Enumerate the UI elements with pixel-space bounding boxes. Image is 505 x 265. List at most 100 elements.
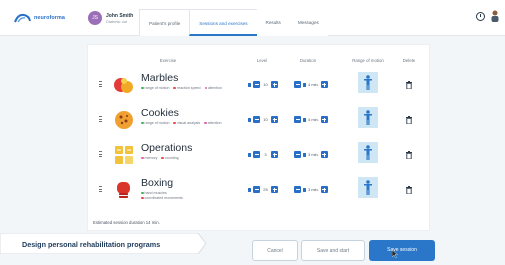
level-icon <box>248 187 251 192</box>
column-header-duration: Duration <box>299 58 317 63</box>
user-name: John Smith <box>106 12 134 19</box>
duration-stepper: 4 min. <box>294 80 328 89</box>
exercise-tags: hand muscles coordinated movements <box>141 191 231 201</box>
level-stepper: 10 <box>248 80 278 89</box>
duration-value: 4 min. <box>308 82 319 87</box>
level-value: 10 <box>263 82 268 87</box>
drag-handle-icon[interactable] <box>99 116 102 122</box>
main-tabs: Patient's profile Sessions and exercises… <box>139 9 328 36</box>
level-stepper: 3 <box>248 150 278 159</box>
exercise-row: Marbles range of motion reaction speed a… <box>88 69 431 101</box>
exercise-name: Boxing <box>141 177 174 189</box>
level-increase-button[interactable] <box>271 186 278 193</box>
level-value: 25 <box>263 187 268 192</box>
duration-value: 3 min. <box>308 152 319 157</box>
trash-icon[interactable] <box>406 81 412 89</box>
trash-icon[interactable] <box>406 151 412 159</box>
drag-handle-icon[interactable] <box>99 151 102 157</box>
body-figure-icon <box>364 145 372 160</box>
body-figure-icon <box>364 75 372 90</box>
level-stepper: 10 <box>248 115 278 124</box>
duration-increase-button[interactable] <box>320 186 328 193</box>
mouse-pointer-icon <box>392 250 398 258</box>
therapist-profile-icon[interactable] <box>490 10 500 23</box>
range-of-motion-button[interactable] <box>358 107 378 128</box>
clock-icon <box>303 82 306 87</box>
column-header-level: Level <box>256 58 268 63</box>
exercise-tags: range of motion visual analysis attentio… <box>141 121 231 126</box>
duration-value: 3 min. <box>308 187 319 192</box>
logo-text: neuroforma <box>34 15 65 21</box>
operations-icon <box>115 146 133 164</box>
exercise-name: Cookies <box>141 107 179 119</box>
duration-increase-button[interactable] <box>320 151 328 158</box>
level-value: 3 <box>264 152 267 157</box>
cookie-icon <box>115 111 133 129</box>
range-of-motion-button[interactable] <box>358 177 378 198</box>
level-decrease-button[interactable] <box>253 151 260 158</box>
cancel-button[interactable]: Cancel <box>252 240 298 261</box>
duration-decrease-button[interactable] <box>294 186 301 193</box>
duration-increase-button[interactable] <box>320 81 328 88</box>
range-of-motion-button[interactable] <box>358 142 378 163</box>
user-chip[interactable]: JS John Smith Diabetic out <box>88 11 133 25</box>
clock-icon <box>303 117 306 122</box>
caption-banner-text: Design personal rehabilitation programs <box>22 240 161 249</box>
logo-mark-icon <box>14 13 31 23</box>
help-icon[interactable] <box>476 12 485 21</box>
level-stepper: 25 <box>248 185 278 194</box>
avatar: JS <box>88 11 102 25</box>
exercise-row: Boxing hand muscles coordinated movement… <box>88 174 431 206</box>
duration-value: 4 min. <box>308 117 319 122</box>
level-value: 10 <box>263 117 268 122</box>
level-icon <box>248 82 251 87</box>
level-increase-button[interactable] <box>271 116 278 123</box>
body-figure-icon <box>364 110 372 125</box>
tab-messages[interactable]: Messages <box>288 9 328 36</box>
column-header-exercise: Exercise <box>159 58 177 63</box>
drag-handle-icon[interactable] <box>99 81 102 87</box>
duration-decrease-button[interactable] <box>294 151 301 158</box>
tab-sessions-and-exercises[interactable]: Sessions and exercises <box>189 9 258 36</box>
exercise-tags: range of motion reaction speed attention <box>141 86 231 91</box>
exercise-row: Operations memory counting 3 3 min. <box>88 139 431 171</box>
duration-stepper: 3 min. <box>294 150 328 159</box>
duration-decrease-button[interactable] <box>294 81 301 88</box>
trash-icon[interactable] <box>406 116 412 124</box>
trash-icon[interactable] <box>406 186 412 194</box>
marbles-icon <box>114 78 133 93</box>
level-decrease-button[interactable] <box>253 116 260 123</box>
drag-handle-icon[interactable] <box>99 186 102 192</box>
body-figure-icon <box>364 180 372 195</box>
save-session-button[interactable]: Save session <box>369 240 435 261</box>
column-header-delete: Delete <box>402 58 416 63</box>
level-increase-button[interactable] <box>271 81 278 88</box>
boxing-glove-icon <box>117 182 130 198</box>
logo[interactable]: neuroforma <box>14 13 65 23</box>
exercise-name: Marbles <box>141 72 179 84</box>
exercise-tags: memory counting <box>141 156 231 161</box>
tab-patients-profile[interactable]: Patient's profile <box>139 9 191 36</box>
save-and-start-button[interactable]: Save and start <box>301 240 365 261</box>
duration-decrease-button[interactable] <box>294 116 301 123</box>
level-increase-button[interactable] <box>271 151 278 158</box>
duration-stepper: 3 min. <box>294 185 328 194</box>
app-page: neuroforma JS John Smith Diabetic out Pa… <box>0 0 505 265</box>
session-exercises-card: Exercise Level Duration Range of motion … <box>87 44 430 231</box>
level-decrease-button[interactable] <box>253 81 260 88</box>
level-icon <box>248 117 251 122</box>
clock-icon <box>303 187 306 192</box>
clock-icon <box>303 152 306 157</box>
exercise-row: Cookies range of motion visual analysis … <box>88 104 431 136</box>
level-decrease-button[interactable] <box>253 186 260 193</box>
user-subtitle: Diabetic out <box>106 18 128 24</box>
estimated-duration: Estimated session duration 14 min. <box>93 220 160 225</box>
duration-stepper: 4 min. <box>294 115 328 124</box>
duration-increase-button[interactable] <box>320 116 328 123</box>
column-header-range-of-motion: Range of motion <box>352 58 384 63</box>
range-of-motion-button[interactable] <box>358 72 378 93</box>
exercise-name: Operations <box>141 142 193 154</box>
top-bar: neuroforma JS John Smith Diabetic out Pa… <box>0 0 505 36</box>
level-icon <box>248 152 251 157</box>
tab-results[interactable]: Results <box>256 9 290 36</box>
